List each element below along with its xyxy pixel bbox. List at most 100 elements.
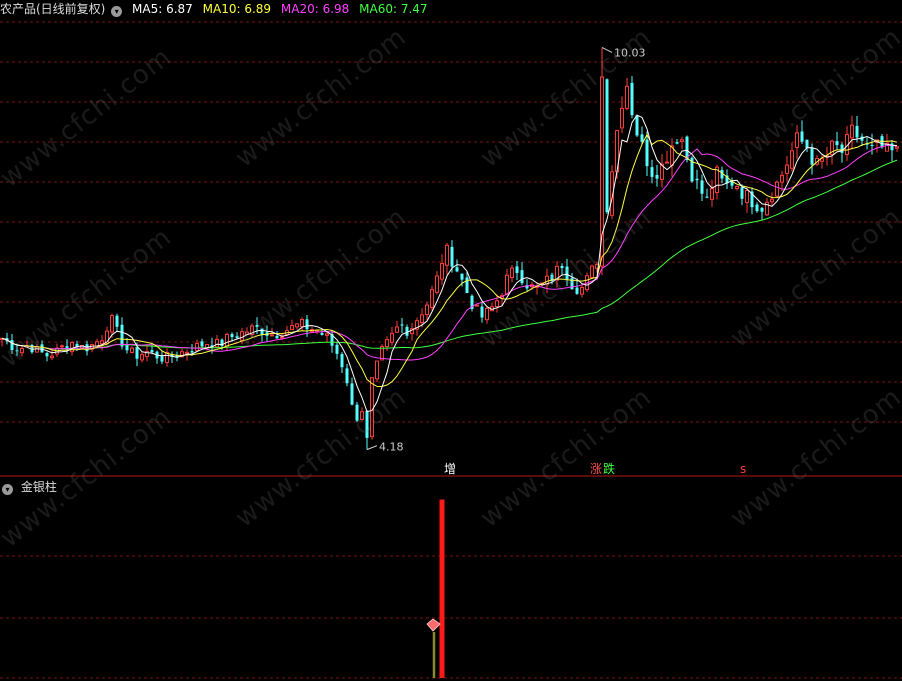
candle-body: [335, 344, 339, 354]
chart-stage: 10.03 4.18 增涨跌 s 农产品(日线前复权) ▾ MA5: 6.87 MA1…: [0, 0, 902, 681]
candle-body: [320, 332, 324, 335]
candle-body: [520, 270, 524, 284]
candle-body: [770, 198, 774, 203]
candle-body: [345, 368, 349, 384]
candle-body: [300, 319, 304, 327]
chart-title: 农产品(日线前复权): [0, 2, 106, 16]
candle-body: [435, 275, 439, 293]
candle-body: [870, 144, 874, 146]
indicator-bar: [432, 632, 436, 678]
candle-body: [790, 150, 794, 169]
candle-body: [620, 107, 624, 129]
signal-zeng: 增: [444, 462, 456, 476]
candle-body: [495, 300, 499, 307]
candle-body: [855, 125, 859, 138]
candle-body: [200, 341, 204, 347]
candle-body: [485, 307, 489, 321]
candle-body: [150, 350, 154, 353]
candle-body: [305, 319, 309, 330]
candle-body: [160, 356, 164, 362]
candle-body: [385, 339, 389, 348]
candle-body: [440, 263, 444, 280]
candle-body: [895, 146, 899, 149]
candle-body: [185, 351, 189, 355]
candle-body: [340, 354, 344, 368]
candle-body: [60, 345, 64, 348]
candle-body: [100, 340, 104, 345]
candle-body: [580, 286, 584, 295]
candle-body: [630, 82, 634, 116]
candle-body: [280, 336, 284, 339]
signal-zhang: 涨: [590, 461, 602, 476]
ma60-label: MA60: 7.47: [359, 2, 428, 16]
candle-body: [120, 324, 124, 347]
candle-body: [635, 115, 639, 136]
candle-body: [755, 204, 759, 212]
indicator-toggle-icon[interactable]: ▾: [2, 484, 13, 495]
candle-body: [420, 314, 424, 324]
candle-body: [785, 164, 789, 174]
indicator-bar: [439, 499, 445, 678]
candle-body: [645, 139, 649, 167]
candle-body: [800, 131, 804, 142]
candle-body: [705, 196, 709, 198]
candle-body: [395, 326, 399, 333]
ma10-label: MA10: 6.89: [202, 2, 272, 16]
candle-body: [375, 360, 379, 380]
candle-body: [840, 144, 844, 153]
candle-body: [510, 267, 514, 279]
candle-body: [625, 85, 629, 109]
candle-body: [805, 139, 809, 149]
candle-body: [50, 355, 54, 359]
low-pointer: [366, 445, 378, 451]
candle-body: [445, 244, 449, 266]
candle-body: [835, 141, 839, 146]
candle-body: [735, 186, 739, 189]
candle-body: [715, 166, 719, 193]
candle-body: [745, 190, 749, 203]
candle-body: [460, 273, 464, 280]
candle-body: [505, 274, 509, 296]
candle-body: [450, 246, 454, 267]
candle-body: [115, 315, 119, 327]
candle-body: [465, 277, 469, 294]
candle-body: [455, 267, 459, 272]
candle-body: [640, 134, 644, 142]
candle-body: [775, 181, 779, 197]
candle-body: [665, 161, 669, 164]
chart-header: 农产品(日线前复权) ▾ MA5: 6.87 MA10: 6.89 MA20: …: [0, 0, 434, 18]
candle-body: [695, 178, 699, 181]
candle-body: [605, 79, 609, 213]
candle-body: [430, 289, 434, 308]
candle-body: [480, 306, 484, 318]
candle-body: [780, 174, 784, 183]
candle-body: [110, 315, 114, 333]
candle-body: [655, 174, 659, 179]
candle-body: [760, 207, 764, 212]
candle-body: [130, 347, 134, 353]
candle-body: [425, 304, 429, 315]
candle-body: [680, 139, 684, 142]
candle-body: [325, 333, 329, 336]
candle-body: [275, 335, 279, 339]
candle-body: [45, 352, 49, 357]
signal-s: s: [740, 462, 746, 476]
candle-body: [70, 342, 74, 353]
candle-body: [475, 304, 479, 307]
candle-body: [740, 187, 744, 199]
candle-body: [675, 142, 679, 144]
ma20-label: MA20: 6.98: [280, 2, 350, 16]
candle-body: [140, 354, 144, 361]
candle-body: [710, 188, 714, 200]
candle-body: [215, 338, 219, 348]
candle-body: [700, 180, 704, 194]
candle-body: [810, 147, 814, 165]
candle-body: [290, 324, 294, 331]
candle-body: [295, 323, 299, 328]
candle-body: [400, 324, 404, 326]
candle-body: [795, 132, 799, 148]
settings-toggle-icon[interactable]: ▾: [111, 6, 123, 17]
main-chart[interactable]: 10.034.18增涨跌 s: [0, 0, 902, 681]
candle-body: [890, 143, 894, 151]
candle-body: [135, 346, 139, 359]
